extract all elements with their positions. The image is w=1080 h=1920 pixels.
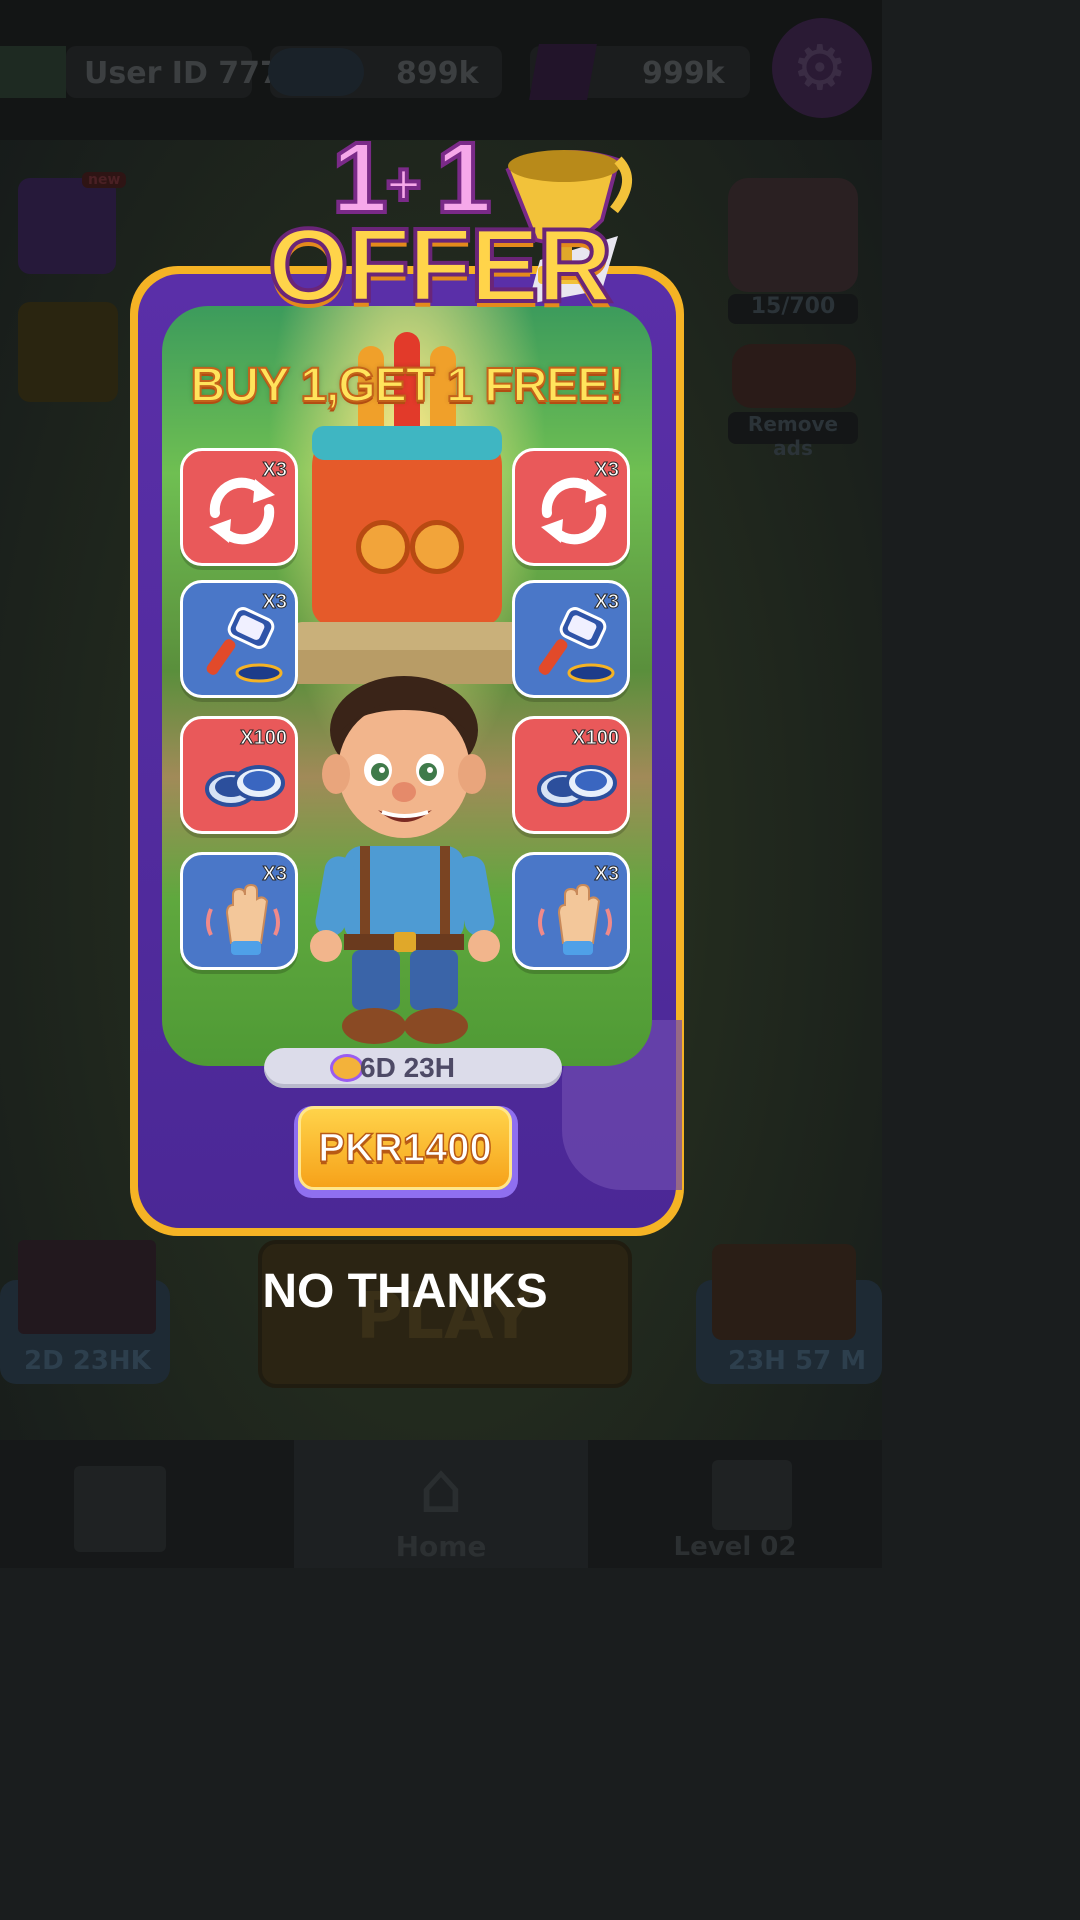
user-id-text: User ID 777 (84, 56, 281, 91)
refresh-icon (541, 477, 607, 545)
chips-icon (205, 765, 285, 807)
gift-timer: 23H 57 M (728, 1346, 867, 1376)
chest-timer: 2D 23HK (24, 1346, 151, 1376)
reward-tile-refresh-right: X3 (512, 448, 630, 566)
hammer-icon (538, 607, 615, 683)
reward-tile-hammer-right: X3 (512, 580, 630, 698)
price-label: PKR1400 (318, 1125, 493, 1171)
reward-tile-refresh-left: X3 (180, 448, 298, 566)
mail-button[interactable] (18, 302, 118, 402)
hammer-icon (206, 607, 283, 683)
offer-timer: 6D 23H (360, 1052, 455, 1083)
stone-step (292, 622, 522, 652)
buy-button[interactable]: PKR1400 (298, 1106, 512, 1190)
gift-icon (712, 1244, 856, 1340)
remove-ads-label: Remove ads (728, 412, 858, 460)
explorer-character (310, 676, 500, 1044)
chips-icon (268, 48, 364, 96)
level-icon (712, 1460, 792, 1530)
nav-home-label: Home (395, 1530, 487, 1563)
refresh-icon (209, 477, 275, 545)
chips-icon (537, 765, 617, 807)
reward-tile-wave-right: X3 (512, 852, 630, 970)
gear-icon: ⚙ (792, 31, 848, 104)
no-thanks-button[interactable]: NO THANKS (262, 1264, 548, 1319)
reward-tile-chips-left: X100 (180, 716, 298, 834)
offer-headline: BUY 1,GET 1 FREE! (190, 358, 626, 413)
totem-eye (410, 520, 464, 574)
nav-level-label: Level 02 (673, 1532, 797, 1562)
home-icon: ⌂ (418, 1447, 464, 1529)
totem-eye (356, 520, 410, 574)
reward-tile-wave-left: X3 (180, 852, 298, 970)
piggy-progress: 15/700 (728, 294, 858, 324)
tasks-button[interactable] (18, 178, 116, 274)
avatar[interactable] (0, 46, 66, 98)
wave-hand-icon (538, 883, 612, 955)
gems-count: 999k (642, 56, 725, 91)
reward-tile-hammer-left: X3 (180, 580, 298, 698)
offer-badge-word: OFFER (266, 208, 614, 324)
no-ads-icon[interactable] (732, 344, 856, 408)
gem-icon (529, 44, 597, 100)
wave-hand-icon (206, 883, 280, 955)
piggy-bank-icon[interactable] (728, 178, 858, 292)
reward-tile-chips-right: X100 (512, 716, 630, 834)
chest-icon (18, 1240, 156, 1334)
stopwatch-icon (330, 1054, 364, 1082)
totem-band (312, 426, 502, 460)
new-badge: new (82, 172, 127, 188)
shop-icon (74, 1466, 166, 1552)
chips-count: 899k (396, 56, 479, 91)
